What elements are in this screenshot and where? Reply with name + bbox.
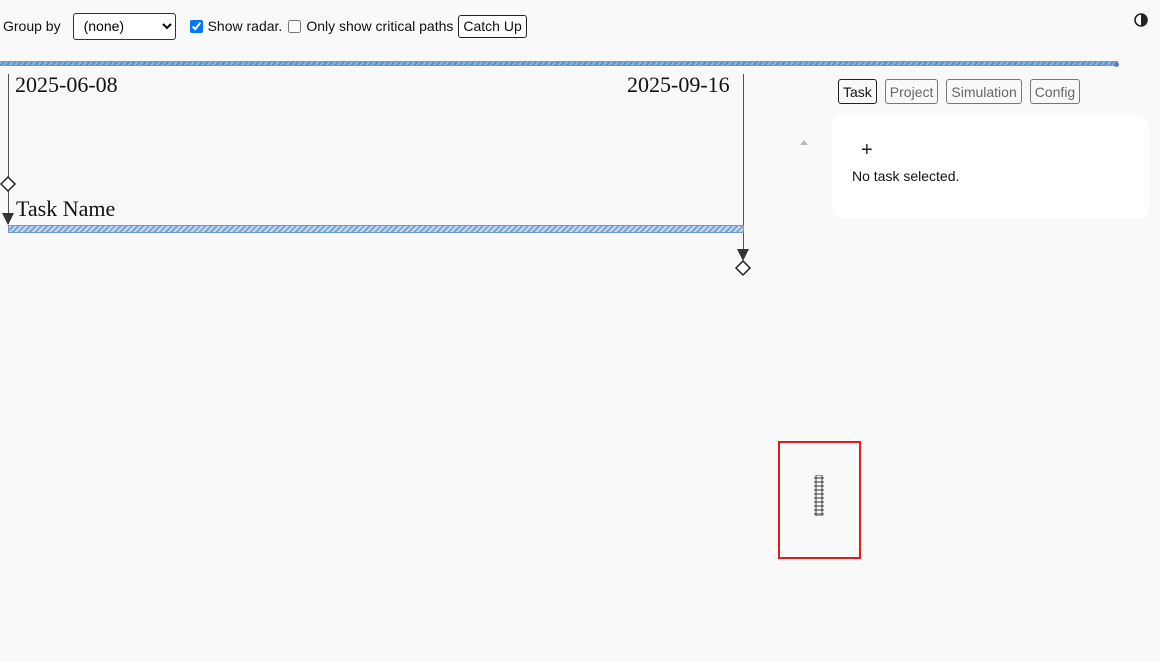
contrast-icon[interactable] — [1133, 12, 1149, 28]
task-name-label[interactable]: Task Name — [16, 196, 115, 222]
side-panel-tabs: Task Project Simulation Config — [838, 79, 1088, 104]
start-arrow-icon — [2, 213, 14, 225]
tab-simulation[interactable]: Simulation — [946, 79, 1022, 104]
empty-state-message: No task selected. — [852, 168, 960, 184]
resize-grip-icon[interactable] — [814, 475, 824, 516]
divider-handle[interactable] — [1114, 62, 1119, 67]
task-detail-panel: + No task selected. — [832, 115, 1149, 218]
tab-config[interactable]: Config — [1029, 79, 1081, 104]
start-milestone-diamond — [0, 175, 17, 193]
gantt-markers — [0, 175, 752, 277]
plus-icon[interactable]: + — [861, 139, 873, 161]
end-milestone-diamond — [734, 259, 752, 277]
tab-task[interactable]: Task — [838, 79, 877, 104]
end-arrow-icon — [737, 249, 749, 261]
collapse-caret-icon[interactable] — [800, 140, 808, 145]
task-bar[interactable] — [8, 225, 744, 233]
tab-project[interactable]: Project — [884, 79, 939, 104]
